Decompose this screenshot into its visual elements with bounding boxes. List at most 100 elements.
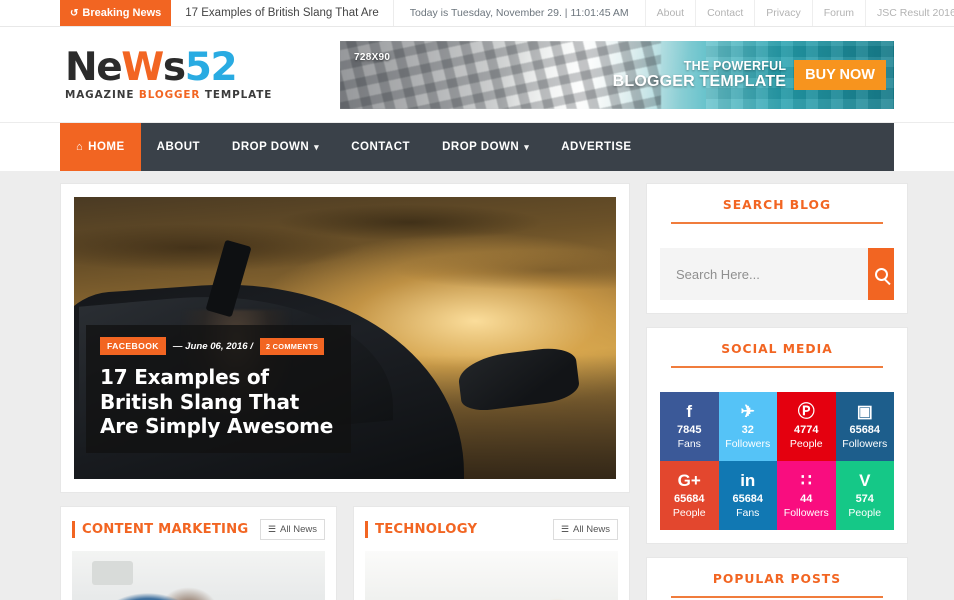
dribbble-icon: ∷ [800, 471, 812, 491]
nav-item-dropdown-2-label: DROP DOWN [442, 141, 520, 153]
social-item-vine[interactable]: V 574 People [835, 461, 894, 530]
section-header: TECHNOLOGY ☰ All News [354, 507, 629, 551]
section-thumbnail-technology[interactable] [365, 551, 618, 600]
featured-post-title[interactable]: 17 Examples of British Slang That Are Si… [100, 365, 337, 438]
twitter-icon: ✈ [740, 402, 755, 422]
social-label: Followers [783, 506, 829, 519]
social-label: Followers [725, 437, 771, 450]
widget-header: SEARCH BLOG [647, 184, 907, 235]
all-news-button-technology[interactable]: ☰ All News [552, 519, 618, 540]
logo-tagline-template: TEMPLATE [204, 89, 273, 101]
social-item-pinterest[interactable]: Ⓟ 4774 People [777, 392, 836, 461]
widget-search-blog: SEARCH BLOG [646, 183, 908, 314]
top-link-jsc-result[interactable]: JSC Result 2016 [865, 0, 954, 26]
widget-social-media: SOCIAL MEDIA f 7845 Fans ✈ 32 Followers … [646, 327, 908, 544]
widget-underline [671, 596, 883, 598]
breaking-news-badge: ↺ Breaking News [60, 0, 172, 26]
social-item-instagram[interactable]: ▣ 65684 Followers [835, 392, 894, 461]
vine-icon: V [859, 471, 871, 491]
featured-comments-badge[interactable]: 2 COMMENTS [259, 337, 325, 355]
social-item-google-plus[interactable]: G+ 65684 People [660, 461, 719, 530]
widget-popular-posts: POPULAR POSTS Where Local Searches [646, 557, 908, 600]
widget-body: f 7845 Fans ✈ 32 Followers Ⓟ 4774 People… [647, 379, 907, 543]
social-label: People [672, 506, 706, 519]
logo-part-ne: Ne [65, 45, 123, 90]
top-link-about[interactable]: About [644, 0, 695, 26]
section-accent-bar [72, 521, 75, 538]
list-icon: ☰ [267, 524, 277, 534]
widget-title-social: SOCIAL MEDIA [721, 342, 833, 356]
banner-size-label: 728X90 [354, 51, 391, 63]
header-banner-ad[interactable]: 728X90 THE POWERFUL BLOGGER TEMPLATE BUY… [340, 40, 894, 109]
social-count: 65684 [673, 493, 705, 506]
nav-item-dropdown-1[interactable]: DROP DOWN ▾ [216, 123, 335, 171]
home-icon: ⌂ [76, 141, 84, 153]
thumbnail-image [365, 551, 618, 600]
banner-line-1: THE POWERFUL [683, 58, 787, 73]
featured-post-card: FACEBOOK — June 06, 2016 / 2 COMMENTS 17… [60, 183, 630, 493]
thumbnail-image [72, 551, 325, 600]
section-accent-bar [365, 521, 368, 538]
pinterest-icon: Ⓟ [797, 402, 815, 422]
social-item-dribbble[interactable]: ∷ 44 Followers [777, 461, 836, 530]
banner-line-2: BLOGGER TEMPLATE [612, 72, 787, 90]
social-media-grid: f 7845 Fans ✈ 32 Followers Ⓟ 4774 People… [660, 392, 894, 530]
logo-part-w: W [121, 45, 164, 90]
search-form [660, 248, 894, 300]
all-news-button-content-marketing[interactable]: ☰ All News [259, 519, 325, 540]
breaking-news-headline[interactable]: 17 Examples of British Slang That Are [171, 0, 394, 26]
widget-underline [671, 366, 883, 368]
social-count: 44 [800, 493, 813, 506]
social-item-facebook[interactable]: f 7845 Fans [660, 392, 719, 461]
widget-body [647, 235, 907, 313]
top-bar-links: About Contact Privacy Forum JSC Result 2… [644, 0, 954, 26]
google-plus-icon: G+ [677, 471, 701, 491]
nav-item-about-label: ABOUT [156, 141, 201, 153]
banner-content: THE POWERFUL BLOGGER TEMPLATE BUY NOW [613, 41, 886, 109]
nav-item-home[interactable]: ⌂ HOME [60, 123, 141, 171]
nav-item-about[interactable]: ABOUT [141, 123, 216, 171]
chevron-down-icon: ▾ [524, 141, 530, 152]
featured-post[interactable]: FACEBOOK — June 06, 2016 / 2 COMMENTS 17… [74, 197, 616, 479]
search-input[interactable] [660, 248, 868, 300]
section-title-technology: TECHNOLOGY [375, 522, 478, 537]
logo-part-s: s [162, 45, 186, 90]
social-count: 32 [741, 424, 754, 437]
social-item-twitter[interactable]: ✈ 32 Followers [718, 392, 777, 461]
sidebar: SEARCH BLOG SOCIAL MEDIA [646, 183, 908, 600]
featured-category-badge[interactable]: FACEBOOK [100, 337, 166, 356]
nav-item-contact[interactable]: CONTACT [335, 123, 426, 171]
today-date-text: Today is Tuesday, November 29. | 11:01:4… [409, 7, 629, 19]
widget-header: SOCIAL MEDIA [647, 328, 907, 379]
social-count: 65684 [849, 424, 881, 437]
section-title-wrap: TECHNOLOGY [365, 521, 477, 538]
widget-title-search: SEARCH BLOG [722, 198, 832, 212]
section-thumbnail-content-marketing[interactable] [72, 551, 325, 600]
featured-post-overlay: FACEBOOK — June 06, 2016 / 2 COMMENTS 17… [86, 325, 351, 453]
refresh-icon: ↺ [70, 7, 79, 19]
main-nav: ⌂ HOME ABOUT DROP DOWN ▾ CONTACT DROP DO… [60, 123, 894, 171]
section-content-marketing: CONTENT MARKETING ☰ All News [60, 506, 337, 600]
search-icon [874, 267, 888, 281]
buy-now-button[interactable]: BUY NOW [794, 59, 886, 90]
social-item-linkedin[interactable]: in 65684 Fans [718, 461, 777, 530]
logo-part-52: 52 [184, 45, 238, 90]
section-title-content-marketing: CONTENT MARKETING [82, 522, 249, 537]
section-header: CONTENT MARKETING ☰ All News [61, 507, 336, 551]
social-label: People [848, 506, 882, 519]
site-logo[interactable]: NeWs52 MAGAZINE BLOGGER TEMPLATE [60, 48, 330, 101]
top-link-privacy[interactable]: Privacy [754, 0, 811, 26]
search-button[interactable] [868, 248, 894, 300]
list-icon: ☰ [560, 524, 570, 534]
nav-item-dropdown-2[interactable]: DROP DOWN ▾ [426, 123, 545, 171]
section-technology: TECHNOLOGY ☰ All News [353, 506, 630, 600]
top-link-forum[interactable]: Forum [811, 0, 865, 26]
linkedin-icon: in [740, 471, 756, 491]
nav-item-contact-label: CONTACT [351, 141, 411, 153]
top-link-contact[interactable]: Contact [695, 0, 754, 26]
nav-item-advertise[interactable]: ADVERTISE [545, 123, 647, 171]
facebook-icon: f [686, 402, 693, 422]
social-label: People [789, 437, 823, 450]
logo-wordmark: NeWs52 [65, 48, 330, 87]
logo-tagline-blogger: BLOGGER [138, 89, 205, 101]
